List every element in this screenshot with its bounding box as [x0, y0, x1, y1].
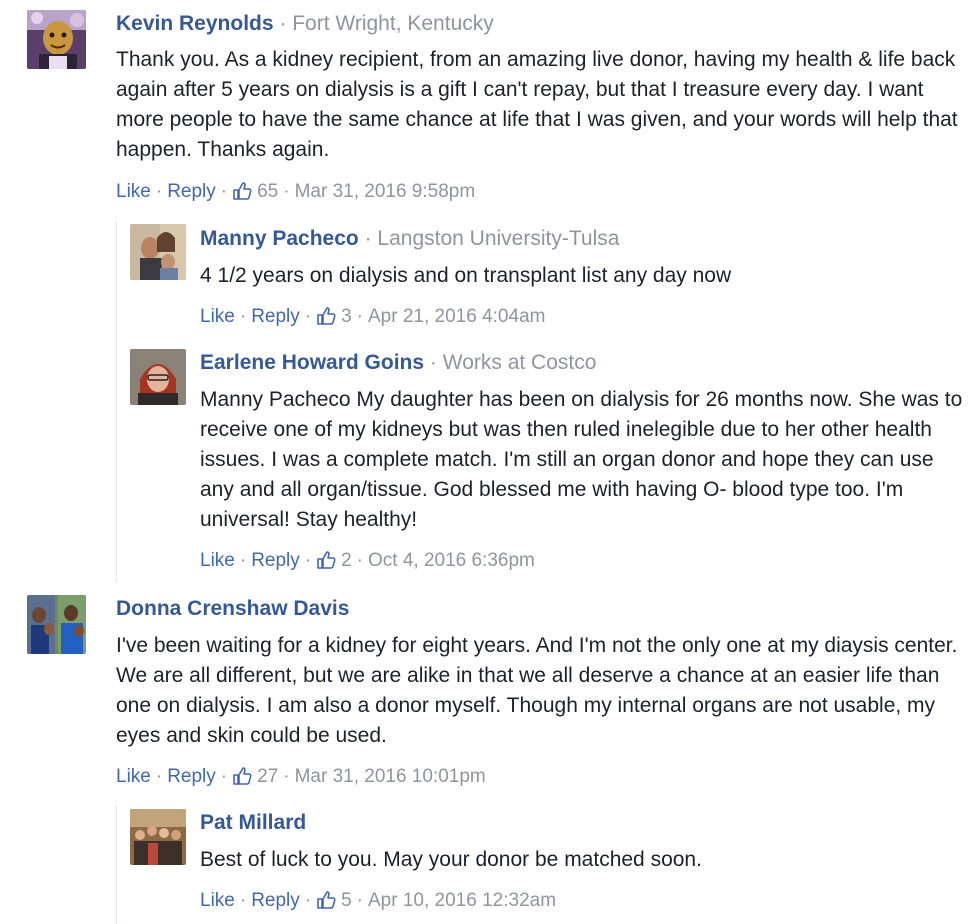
- comment-text: Best of luck to you. May your donor be m…: [200, 848, 702, 871]
- thumbs-up-icon[interactable]: [316, 306, 336, 326]
- separator: ·: [304, 306, 312, 327]
- like-link[interactable]: Like: [200, 549, 235, 573]
- comment-header: Kevin Reynolds · Fort Wright, Kentucky: [116, 11, 494, 37]
- like-link[interactable]: Like: [116, 765, 151, 789]
- reply-link[interactable]: Reply: [167, 180, 216, 204]
- commenter-name[interactable]: Pat Millard: [200, 811, 306, 834]
- timestamp[interactable]: Mar 31, 2016 10:01pm: [295, 765, 486, 789]
- comment-actions: Like · Reply · 3 · Apr 21, 2016 4:04am: [200, 305, 545, 329]
- comment-actions: Like · Reply · 65 · Mar 31, 2016 9:58pm: [116, 180, 475, 204]
- timestamp[interactable]: Oct 4, 2016 6:36pm: [368, 549, 535, 573]
- separator: ·: [364, 227, 372, 250]
- separator: ·: [429, 351, 437, 374]
- timestamp[interactable]: Apr 10, 2016 12:32am: [368, 889, 556, 913]
- commenter-affiliation: Works at Costco: [442, 351, 597, 374]
- avatar[interactable]: [130, 224, 186, 280]
- separator: ·: [304, 890, 312, 911]
- separator: ·: [220, 766, 228, 787]
- comment-text: I've been waiting for a kidney for eight…: [116, 634, 958, 747]
- separator: ·: [356, 890, 363, 911]
- like-link[interactable]: Like: [200, 889, 235, 913]
- commenter-name[interactable]: Donna Crenshaw Davis: [116, 597, 349, 620]
- thumbs-up-icon[interactable]: [316, 550, 336, 570]
- thumbs-up-icon[interactable]: [232, 181, 252, 201]
- avatar[interactable]: [27, 595, 86, 654]
- separator: ·: [220, 181, 228, 202]
- thumbs-up-icon[interactable]: [232, 766, 252, 786]
- like-link[interactable]: Like: [200, 305, 235, 329]
- separator: ·: [239, 890, 247, 911]
- reply-thread-line: [116, 806, 117, 924]
- timestamp[interactable]: Apr 21, 2016 4:04am: [368, 305, 545, 329]
- separator: ·: [239, 550, 247, 571]
- like-count[interactable]: 27: [257, 765, 278, 789]
- like-count[interactable]: 2: [341, 549, 352, 573]
- comment-text: Manny Pacheco My daughter has been on di…: [200, 388, 963, 531]
- comment-text: Thank you. As a kidney recipient, from a…: [116, 48, 958, 161]
- like-link[interactable]: Like: [116, 180, 151, 204]
- reply-link[interactable]: Reply: [251, 305, 300, 329]
- comment-header: Manny Pacheco · Langston University-Tuls…: [200, 226, 619, 252]
- comment-actions: Like · Reply · 5 · Apr 10, 2016 12:32am: [200, 889, 556, 913]
- avatar[interactable]: [130, 349, 186, 405]
- reply-link[interactable]: Reply: [251, 549, 300, 573]
- avatar[interactable]: [27, 10, 86, 69]
- reply-link[interactable]: Reply: [251, 889, 300, 913]
- separator: ·: [155, 766, 163, 787]
- comment-actions: Like · Reply · 27 · Mar 31, 2016 10:01pm: [116, 765, 486, 789]
- avatar[interactable]: [130, 809, 186, 865]
- comment-actions: Like · Reply · 2 · Oct 4, 2016 6:36pm: [200, 549, 535, 573]
- like-count[interactable]: 65: [257, 180, 278, 204]
- separator: ·: [304, 550, 312, 571]
- like-count[interactable]: 5: [341, 889, 352, 913]
- separator: ·: [239, 306, 247, 327]
- commenter-name[interactable]: Manny Pacheco: [200, 227, 359, 250]
- reply-thread-line: [116, 222, 117, 582]
- reply-link[interactable]: Reply: [167, 765, 216, 789]
- thumbs-up-icon[interactable]: [316, 890, 336, 910]
- separator: ·: [283, 766, 290, 787]
- separator: ·: [155, 181, 163, 202]
- separator: ·: [356, 550, 363, 571]
- commenter-name[interactable]: Earlene Howard Goins: [200, 351, 424, 374]
- commenter-location: Fort Wright, Kentucky: [292, 12, 494, 35]
- comment-header: Pat Millard: [200, 810, 306, 836]
- comment-header: Earlene Howard Goins · Works at Costco: [200, 350, 596, 376]
- commenter-name[interactable]: Kevin Reynolds: [116, 12, 274, 35]
- comment-header: Donna Crenshaw Davis: [116, 596, 349, 622]
- comment-text: 4 1/2 years on dialysis and on transplan…: [200, 264, 732, 287]
- commenter-affiliation: Langston University-Tulsa: [377, 227, 620, 250]
- separator: ·: [279, 12, 287, 35]
- like-count[interactable]: 3: [341, 305, 352, 329]
- separator: ·: [283, 181, 290, 202]
- timestamp[interactable]: Mar 31, 2016 9:58pm: [295, 180, 476, 204]
- separator: ·: [356, 306, 363, 327]
